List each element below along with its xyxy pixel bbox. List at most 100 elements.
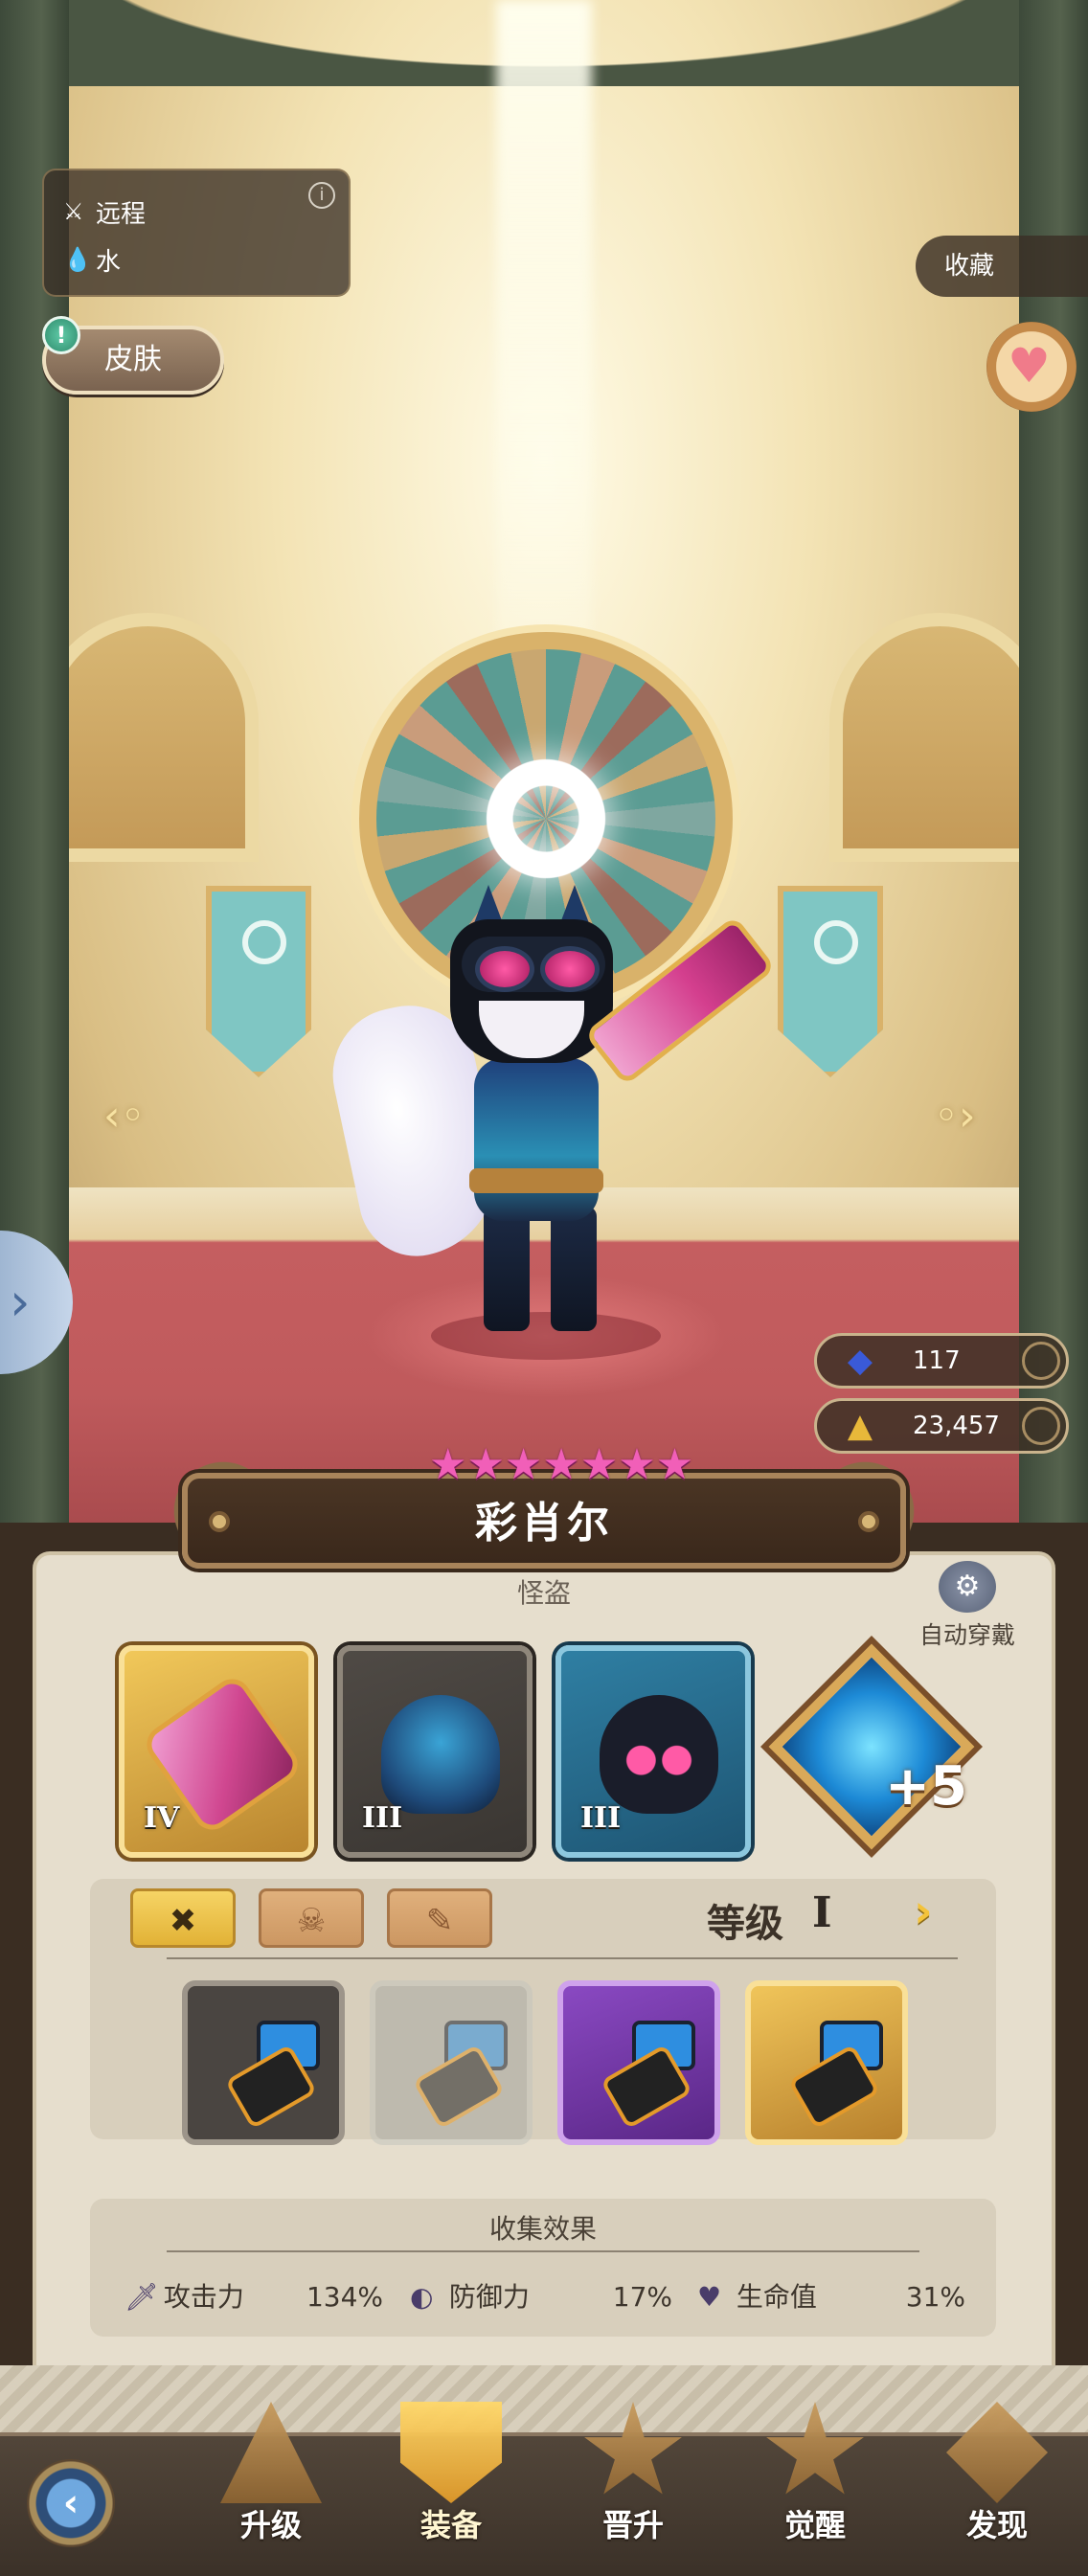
star-icon: ★ — [466, 1440, 505, 1489]
grade-legendary-item[interactable] — [745, 1980, 908, 2145]
star-icon — [584, 2402, 682, 2495]
gear-emblem-icon — [474, 747, 618, 891]
core-gem-slot[interactable]: +5 — [766, 1641, 977, 1852]
crossed-arrows-icon: ⚔ — [63, 198, 84, 225]
stat-attack: 🗡 攻击力 134% — [125, 2273, 383, 2321]
level-label: 等级 — [707, 1902, 783, 1946]
attack-type-label: 远程 — [96, 199, 147, 229]
hero-star-rating: ★ ★ ★ ★ ★ ★ ★ — [429, 1440, 693, 1490]
plate-rivet — [858, 1511, 879, 1532]
heart-plus-icon: ♥ — [697, 2281, 722, 2313]
gem-slot-ring — [1022, 1342, 1060, 1380]
stat-hp: ♥ 生命值 31% — [697, 2273, 965, 2321]
star-icon: ★ — [542, 1440, 580, 1489]
alert-badge-icon: ! — [42, 316, 80, 354]
stat-value: 17% — [612, 2281, 672, 2313]
left-banner — [206, 886, 311, 1077]
nav-discover[interactable]: 发现 — [925, 2392, 1069, 2576]
shield-half-icon: ◐ — [410, 2281, 434, 2313]
gold-counter[interactable]: ▲ 23,457 — [814, 1398, 1069, 1454]
blaster-icon — [416, 2021, 508, 2116]
nav-label: 升级 — [239, 2507, 302, 2543]
goggle-mask-icon — [600, 1695, 718, 1814]
grade-uncommon-item-locked[interactable] — [370, 1980, 533, 2145]
nav-promote[interactable]: 晋升 — [561, 2392, 705, 2576]
water-drop-icon: 💧 — [63, 246, 92, 273]
prev-hero-arrow-icon[interactable]: ‹◦ — [103, 1092, 146, 1141]
divider — [167, 1957, 958, 1959]
weapon-slot[interactable]: IV — [119, 1645, 314, 1858]
helmet-tier: III — [580, 1801, 622, 1835]
nav-label: 觉醒 — [783, 2507, 846, 2543]
hero-body — [474, 1058, 599, 1221]
back-button[interactable]: ‹ — [27, 2459, 115, 2547]
gold-slot-ring — [1022, 1407, 1060, 1445]
skin-button[interactable]: ! 皮肤 — [42, 316, 224, 395]
star-icon: ★ — [579, 1440, 619, 1489]
hero-leg — [551, 1207, 597, 1331]
info-icon[interactable]: i — [308, 182, 335, 209]
armor-tier: III — [362, 1801, 403, 1835]
gem-counter[interactable]: ◆ 117 — [814, 1333, 1069, 1389]
collection-effect-panel: 收集效果 🗡 攻击力 134% ◐ 防御力 17% ♥ 生命值 31% — [90, 2199, 996, 2337]
skull-wings-icon: ☠ — [296, 1902, 327, 1940]
hero-name: 彩肖尔 — [475, 1499, 613, 1548]
armor-icon — [381, 1695, 500, 1814]
misc-filter-tab[interactable]: ✎ — [387, 1888, 492, 1948]
element-row: 💧 水 — [63, 236, 329, 283]
grade-common-item[interactable] — [182, 1980, 345, 2145]
next-hero-arrow-icon[interactable]: ◦› — [934, 1092, 976, 1141]
nav-label: 晋升 — [601, 2507, 664, 2543]
favorite-tab-button[interactable]: 收藏 — [916, 236, 1088, 297]
shield-icon — [400, 2402, 502, 2503]
level-value: I — [812, 1888, 832, 1937]
accessory-filter-tab[interactable]: ☠ — [259, 1888, 364, 1948]
blaster-icon — [603, 2021, 695, 2116]
hero-belt — [469, 1168, 603, 1193]
helmet-slot[interactable]: III — [555, 1645, 751, 1858]
sword-icon: 🗡 — [125, 2281, 159, 2313]
blue-gem-icon: ◆ — [847, 1342, 873, 1380]
collection-title: 收集效果 — [488, 2213, 597, 2245]
star-icon: ★ — [504, 1440, 543, 1489]
diamond-star-icon — [946, 2402, 1048, 2503]
heart-icon: ♥ — [1008, 338, 1051, 394]
weapon-filter-tab[interactable]: ✖ — [130, 1888, 236, 1948]
armor-slot[interactable]: III — [337, 1645, 533, 1858]
like-button[interactable]: ♥ — [986, 322, 1077, 412]
feather-icon: ✎ — [425, 1902, 454, 1940]
auto-equip-gear-icon: ⚙ — [939, 1561, 996, 1613]
nav-upgrade[interactable]: 升级 — [199, 2392, 343, 2576]
chevron-right-icon[interactable]: › — [914, 1885, 933, 1938]
element-label: 水 — [96, 247, 122, 277]
burst-star-icon — [766, 2402, 864, 2495]
star-icon: ★ — [429, 1440, 467, 1489]
left-arch — [38, 613, 259, 862]
stat-value: 31% — [905, 2281, 965, 2313]
nav-equipment[interactable]: 装备 — [379, 2392, 523, 2576]
water-core-gem-icon — [768, 1643, 975, 1850]
right-pillar — [1019, 0, 1088, 1532]
star-icon: ★ — [655, 1440, 694, 1489]
divider — [167, 2250, 919, 2252]
hero-leg — [484, 1207, 530, 1331]
weapon-tier: IV — [144, 1801, 180, 1835]
nav-awaken[interactable]: 觉醒 — [743, 2392, 887, 2576]
right-banner — [778, 886, 883, 1077]
gold-pile-icon: ▲ — [847, 1407, 873, 1445]
hero-character-sprite[interactable] — [320, 885, 777, 1369]
star-icon: ★ — [618, 1440, 656, 1489]
stat-label: 防御力 — [448, 2281, 530, 2313]
stat-defense: ◐ 防御力 17% — [410, 2273, 672, 2321]
bottom-nav: ‹ 升级 装备 晋升 觉醒 发现 — [0, 2402, 1088, 2576]
grade-epic-item[interactable] — [557, 1980, 720, 2145]
nav-label: 装备 — [419, 2507, 482, 2543]
stat-label: 生命值 — [736, 2281, 817, 2313]
crossed-swords-icon: ✖ — [169, 1902, 197, 1940]
attack-type-row: ⚔ 远程 — [63, 188, 329, 236]
upgrade-triangle-icon — [220, 2402, 322, 2503]
hero-shadow — [431, 1312, 661, 1360]
core-bonus: +5 — [885, 1755, 967, 1818]
skin-button-label: 皮肤 — [104, 343, 162, 376]
blaster-icon — [791, 2021, 883, 2116]
